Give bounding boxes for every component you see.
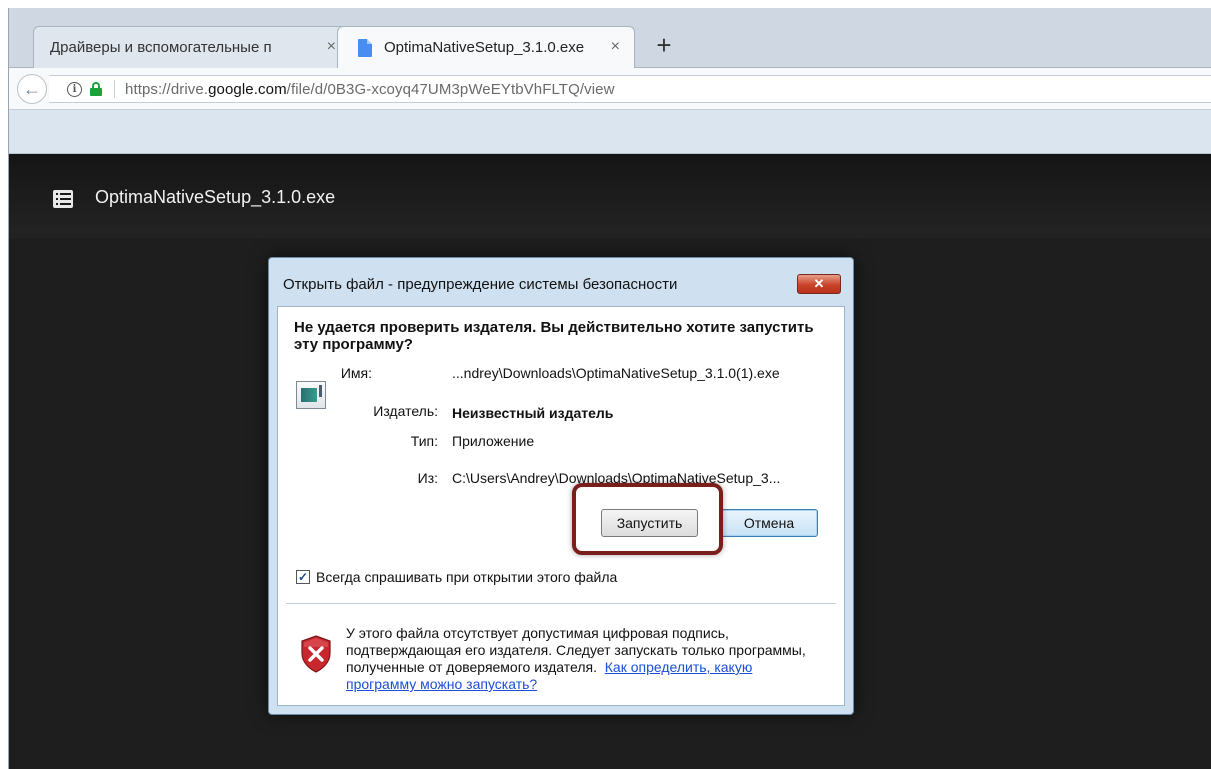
back-button[interactable]: ←	[17, 74, 47, 104]
name-value: ...ndrey\Downloads\OptimaNativeSetup_3.1…	[452, 365, 780, 381]
url-divider	[114, 80, 115, 98]
new-tab-button[interactable]: +	[649, 28, 679, 62]
dialog-question: Не удается проверить издателя. Вы действ…	[294, 319, 814, 353]
lock-icon	[90, 82, 102, 96]
info-icon[interactable]: i	[67, 81, 82, 97]
tab-title: OptimaNativeSetup_3.1.0.exe	[384, 39, 585, 56]
navigation-bar: ← i https://drive.google.com/file/d/0B3G…	[9, 68, 1211, 110]
dialog-body: Не удается проверить издателя. Вы действ…	[277, 306, 845, 706]
application-icon	[296, 381, 326, 409]
always-ask-checkbox[interactable]: ✓	[296, 570, 310, 584]
tab-drivers[interactable]: Драйверы и вспомогательные п ×	[33, 26, 351, 68]
address-bar[interactable]: i https://drive.google.com/file/d/0B3G-x…	[49, 75, 1211, 103]
drive-viewer-header: OptimaNativeSetup_3.1.0.exe	[9, 154, 1211, 238]
dialog-divider	[286, 603, 836, 604]
dialog-close-button[interactable]: ✕	[797, 274, 841, 294]
bookmarks-bar	[9, 110, 1211, 154]
type-value: Приложение	[452, 433, 535, 449]
tab-close-icon[interactable]: ×	[327, 38, 336, 56]
tab-close-icon[interactable]: ×	[611, 38, 620, 56]
always-ask-label[interactable]: Всегда спрашивать при открытии этого фай…	[316, 569, 617, 585]
warning-message: У этого файла отсутствует допустимая циф…	[346, 625, 822, 693]
from-label: Из:	[417, 470, 438, 486]
run-button-highlight	[572, 483, 723, 555]
security-warning-dialog: Открыть файл - предупреждение системы бе…	[268, 257, 854, 715]
viewer-file-name: OptimaNativeSetup_3.1.0.exe	[95, 187, 336, 207]
cancel-button[interactable]: Отмена	[720, 509, 818, 537]
tab-optima-setup[interactable]: OptimaNativeSetup_3.1.0.exe ×	[337, 26, 635, 68]
file-list-icon	[53, 190, 73, 208]
publisher-label: Издатель:	[373, 403, 438, 419]
type-label: Тип:	[410, 433, 438, 449]
publisher-value: Неизвестный издатель	[452, 405, 614, 421]
tab-title: Драйверы и вспомогательные п	[50, 39, 272, 56]
shield-warning-icon	[301, 635, 331, 673]
always-ask-row: ✓ Всегда спрашивать при открытии этого ф…	[296, 569, 617, 585]
url-text: https://drive.google.com/file/d/0B3G-xco…	[125, 80, 615, 98]
name-label: Имя:	[340, 365, 372, 381]
dialog-title: Открыть файл - предупреждение системы бе…	[283, 276, 678, 293]
tab-strip: Драйверы и вспомогательные п × OptimaNat…	[9, 8, 1211, 68]
file-doc-icon	[358, 38, 372, 57]
